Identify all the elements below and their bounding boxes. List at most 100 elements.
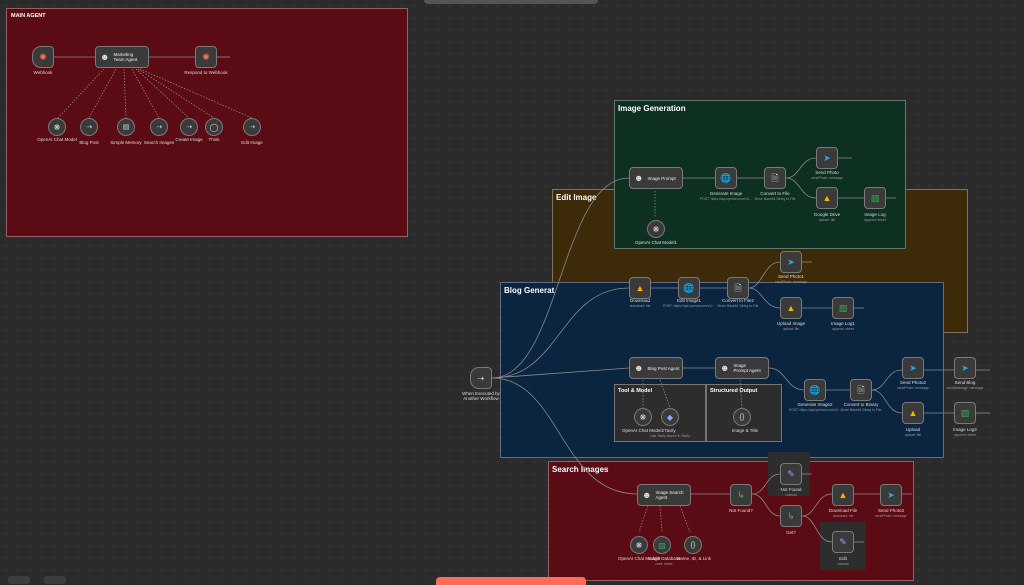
node-label: Blog Post bbox=[79, 140, 99, 145]
respond-to-webhook-node[interactable]: ✺ bbox=[195, 46, 217, 68]
memory-icon: ▤ bbox=[122, 123, 130, 131]
upload-image-node[interactable]: ▲ bbox=[780, 297, 802, 319]
when-executed-trigger-node[interactable]: ⇢ bbox=[470, 367, 492, 389]
name-id-link-parser-node[interactable]: {} bbox=[684, 536, 702, 554]
node-label: Image Log2 bbox=[953, 427, 977, 432]
telegram-icon: ➤ bbox=[787, 256, 795, 267]
not-found-if-node[interactable]: ↳ bbox=[730, 484, 752, 506]
zoom-to-fit-button[interactable] bbox=[8, 576, 30, 584]
connection bbox=[748, 261, 781, 289]
workflow-icon: ⇢ bbox=[86, 123, 92, 131]
node-subtitle: sendMessage: message bbox=[946, 386, 984, 390]
convert-to-binary-node[interactable]: 🗎 bbox=[850, 379, 872, 401]
connection bbox=[638, 505, 649, 533]
image-log-node[interactable]: ▧ bbox=[864, 187, 886, 209]
send-blog-node[interactable]: ➤ bbox=[954, 357, 976, 379]
connection bbox=[491, 367, 630, 379]
robot-icon: ☻ bbox=[634, 362, 644, 373]
execute-workflow-button[interactable] bbox=[436, 577, 586, 585]
image-title-parser-node[interactable]: {} bbox=[733, 408, 751, 426]
tavily-node[interactable]: ◆ bbox=[661, 408, 679, 426]
node-label: Tavily bbox=[664, 428, 676, 433]
openai-chat-model2-node[interactable]: ❋ bbox=[634, 408, 652, 426]
node-label: Simple Memory bbox=[110, 140, 142, 145]
node-label: Image Search Agent bbox=[655, 490, 684, 500]
openai-chat-model-node[interactable]: ❋ bbox=[48, 118, 66, 136]
think-tool-node[interactable]: ◯ bbox=[205, 118, 223, 136]
node-label: Convert to File2 bbox=[722, 298, 754, 303]
sheets-icon: ▧ bbox=[838, 302, 848, 313]
node-label: Image Log bbox=[864, 212, 886, 217]
openai-icon: ❋ bbox=[652, 224, 660, 234]
marketing-team-agent-node[interactable]: ☻ Marketing Team Agent bbox=[95, 46, 149, 68]
robot-icon: ☻ bbox=[720, 362, 730, 373]
telegram-icon: ➤ bbox=[887, 489, 895, 500]
get-if-node[interactable]: ↳ bbox=[780, 505, 802, 527]
globe-icon: 🌐 bbox=[720, 172, 732, 183]
connection bbox=[801, 493, 833, 517]
connection bbox=[659, 379, 671, 409]
image-prompt-agent-node[interactable]: ☻ Image Prompt Agent bbox=[715, 357, 769, 379]
openai-icon: ❋ bbox=[639, 412, 647, 422]
telegram-icon: ➤ bbox=[909, 362, 917, 373]
convert-to-file2-node[interactable]: 🗎 bbox=[727, 277, 749, 299]
image-search-agent-node[interactable]: ☻ Image Search Agent bbox=[637, 484, 691, 506]
simple-memory-node[interactable]: ▤ bbox=[117, 118, 135, 136]
upload-node[interactable]: ▲ bbox=[902, 402, 924, 424]
connection bbox=[785, 157, 817, 179]
create-image-tool-node[interactable]: ⇢ bbox=[180, 118, 198, 136]
openai-chat-model1-node[interactable]: ❋ bbox=[647, 220, 665, 238]
image-prompt-node[interactable]: ☻ Image Prompt bbox=[629, 167, 683, 189]
workflow-icon: ⇢ bbox=[156, 123, 162, 131]
node-label: Convert to File bbox=[760, 191, 790, 196]
image-log1-node[interactable]: ▧ bbox=[832, 297, 854, 319]
google-drive-node[interactable]: ▲ bbox=[816, 187, 838, 209]
search-images-tool-node[interactable]: ⇢ bbox=[150, 118, 168, 136]
braces-icon: {} bbox=[739, 413, 745, 421]
node-label: Send Photo1 bbox=[777, 274, 805, 279]
generate-image2-node[interactable]: 🌐 bbox=[804, 379, 826, 401]
node-subtitle: download: file bbox=[629, 304, 651, 308]
edit-image-tool-node[interactable]: ⇢ bbox=[243, 118, 261, 136]
download-file-node[interactable]: ▲ bbox=[832, 484, 854, 506]
edit-set-node[interactable]: ✎ bbox=[832, 531, 854, 553]
node-subtitle: sendPhoto: message bbox=[875, 514, 907, 518]
file-icon: 🗎 bbox=[771, 172, 779, 183]
send-photo-node[interactable]: ➤ bbox=[816, 147, 838, 169]
edit-image1-node[interactable]: 🌐 bbox=[678, 277, 700, 299]
openai-chat-model3-node[interactable]: ❋ bbox=[630, 536, 648, 554]
image-log2-node[interactable]: ▧ bbox=[954, 402, 976, 424]
webhook-node[interactable]: ✺ bbox=[32, 46, 54, 68]
drive-icon: ▲ bbox=[838, 489, 848, 500]
node-label: Not Found? bbox=[729, 508, 753, 513]
node-subtitle: Use Tavily search in Tavily bbox=[650, 434, 690, 438]
node-label: Image Prompt bbox=[647, 175, 676, 181]
telegram-icon: ➤ bbox=[823, 152, 831, 163]
drive-icon: ▲ bbox=[635, 282, 645, 293]
convert-to-file-node[interactable]: 🗎 bbox=[764, 167, 786, 189]
download-node[interactable]: ▲ bbox=[629, 277, 651, 299]
trigger-icon: ⇢ bbox=[477, 373, 485, 383]
connection-layer bbox=[53, 56, 990, 543]
send-photo2-node[interactable]: ➤ bbox=[902, 357, 924, 379]
node-label: Search Images bbox=[143, 140, 175, 145]
generate-image-node[interactable]: 🌐 bbox=[715, 167, 737, 189]
connection bbox=[491, 377, 638, 495]
globe-icon: 🌐 bbox=[683, 282, 695, 293]
blog-post-tool-node[interactable]: ⇢ bbox=[80, 118, 98, 136]
node-subtitle: POST: https://api.openai.com/v1/... bbox=[788, 408, 842, 412]
node-label: Send Photo2 bbox=[899, 380, 927, 385]
send-photo3-node[interactable]: ➤ bbox=[880, 484, 902, 506]
node-label: When Executed by Another Workflow bbox=[462, 391, 500, 401]
node-label: Generate Image bbox=[709, 191, 743, 196]
node-subtitle: sendPhoto: message bbox=[775, 280, 807, 284]
send-photo1-node[interactable]: ➤ bbox=[780, 251, 802, 273]
zoom-in-button[interactable] bbox=[44, 576, 66, 584]
node-label: Google Drive bbox=[813, 212, 841, 217]
image-database-node[interactable]: ▧ bbox=[653, 536, 671, 554]
node-subtitle: Move Base64 String to File bbox=[754, 197, 796, 201]
node-label: OpenAI Chat Model bbox=[37, 137, 77, 142]
not-found-set-node[interactable]: ✎ bbox=[780, 463, 802, 485]
blog-post-agent-node[interactable]: ☻ Blog Post Agent bbox=[629, 357, 683, 379]
connection bbox=[57, 68, 105, 119]
